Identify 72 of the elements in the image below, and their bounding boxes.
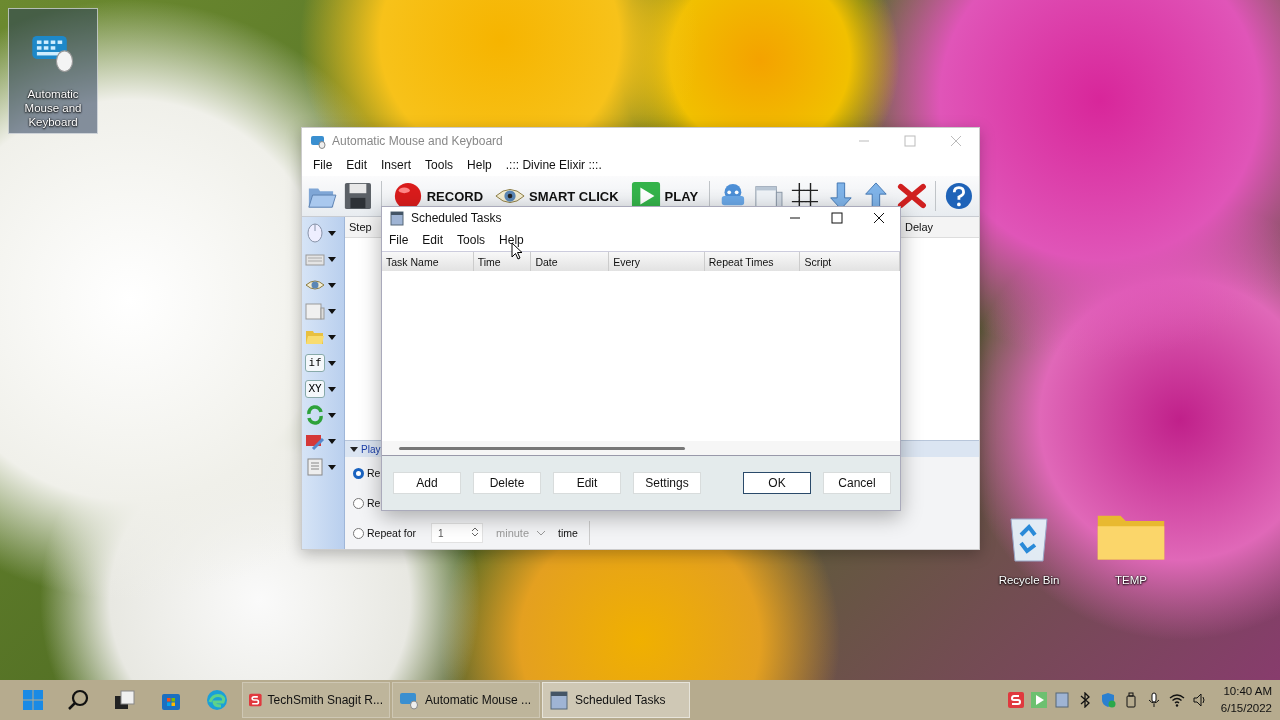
search-icon[interactable] <box>67 688 91 712</box>
delete-x-icon[interactable] <box>897 181 928 211</box>
column-header[interactable]: Every <box>609 252 705 271</box>
menu-item[interactable]: Tools <box>450 233 493 247</box>
caret-icon <box>328 282 336 288</box>
column-header[interactable]: Step <box>345 221 372 233</box>
save-icon[interactable] <box>342 181 373 211</box>
clock-time[interactable]: 10:40 AM <box>1223 683 1272 700</box>
menu-item[interactable]: Edit <box>415 233 451 247</box>
caret-icon <box>328 438 336 444</box>
option-label: Re <box>367 497 381 509</box>
dialog-button[interactable]: Edit <box>553 472 621 494</box>
shield-icon[interactable] <box>1099 692 1116 708</box>
menu-item[interactable]: Edit <box>339 158 375 172</box>
caret-icon <box>350 446 358 452</box>
menu-item[interactable]: Help <box>460 158 499 172</box>
task-view-icon[interactable] <box>113 688 137 712</box>
option-label: Repeat for <box>367 527 417 539</box>
tool-label: XY <box>305 380 325 398</box>
help-icon[interactable] <box>944 181 974 211</box>
radio-button[interactable] <box>353 497 364 509</box>
tool-dropdown-button[interactable]: XY <box>302 377 344 401</box>
letter-s-icon[interactable] <box>1007 692 1024 708</box>
column-header[interactable]: Delay <box>901 221 979 233</box>
menu-item[interactable]: Tools <box>418 158 461 172</box>
mouse-icon <box>305 223 325 243</box>
radio-button[interactable] <box>353 467 364 479</box>
caret-icon <box>328 256 336 262</box>
caret-icon <box>328 464 336 470</box>
wifi-icon[interactable] <box>1168 692 1185 708</box>
play-icon[interactable] <box>1030 692 1047 708</box>
caret-icon <box>328 360 336 366</box>
column-header[interactable]: Task Name <box>382 252 474 271</box>
tool-label: if <box>305 354 325 372</box>
taskbar-app-button[interactable]: Scheduled Tasks <box>542 682 690 718</box>
menu-item[interactable]: File <box>382 233 416 247</box>
dialog-button[interactable]: Delete <box>473 472 541 494</box>
number-spinner[interactable]: 1 <box>431 523 484 543</box>
caret-icon <box>328 334 336 340</box>
window-icon <box>305 301 325 321</box>
dialog-button[interactable]: Settings <box>633 472 701 494</box>
column-header[interactable]: Repeat Times <box>704 252 801 271</box>
unit-label: time <box>558 527 578 539</box>
desktop-shortcut[interactable]: Recycle Bin <box>984 496 1074 592</box>
refresh-icon <box>305 405 325 425</box>
menu-item[interactable]: File <box>306 158 340 172</box>
desktop-shortcut[interactable]: Automatic Mouse and Keyboard <box>8 8 98 134</box>
caret-icon <box>328 230 336 236</box>
taskbar-app-button[interactable]: TechSmith Snagit R... <box>242 682 390 718</box>
menu-item[interactable]: .::: Divine Elixir :::. <box>498 158 609 172</box>
tool-dropdown-button[interactable]: if <box>302 351 344 375</box>
clock-date[interactable]: 6/15/2022 <box>1220 700 1272 717</box>
caret-icon <box>328 308 336 314</box>
menu-item[interactable]: Insert <box>374 158 419 172</box>
caret-icon <box>328 412 336 418</box>
window-title: Automatic Mouse and Keyboard <box>332 134 503 148</box>
column-header[interactable]: Script <box>800 252 900 271</box>
document-icon <box>305 457 325 477</box>
taskbar-app-button[interactable]: Automatic Mouse ... <box>392 682 540 718</box>
chevron-icon <box>537 530 546 536</box>
column-header[interactable]: Date <box>531 252 610 271</box>
dialog-button[interactable]: Cancel <box>823 472 891 494</box>
volume-icon[interactable] <box>1191 692 1208 708</box>
dialog-button[interactable]: Add <box>393 472 461 494</box>
scrollbar-thumb[interactable] <box>399 446 685 450</box>
menu-item[interactable]: Help <box>492 233 531 247</box>
radio-button[interactable] <box>353 527 364 539</box>
window-title: Scheduled Tasks <box>411 211 502 225</box>
desktop-shortcut[interactable]: TEMP <box>1086 496 1176 592</box>
option-label: Re <box>367 467 381 479</box>
caret-icon <box>328 386 336 392</box>
dialog-button[interactable]: OK <box>743 472 811 494</box>
